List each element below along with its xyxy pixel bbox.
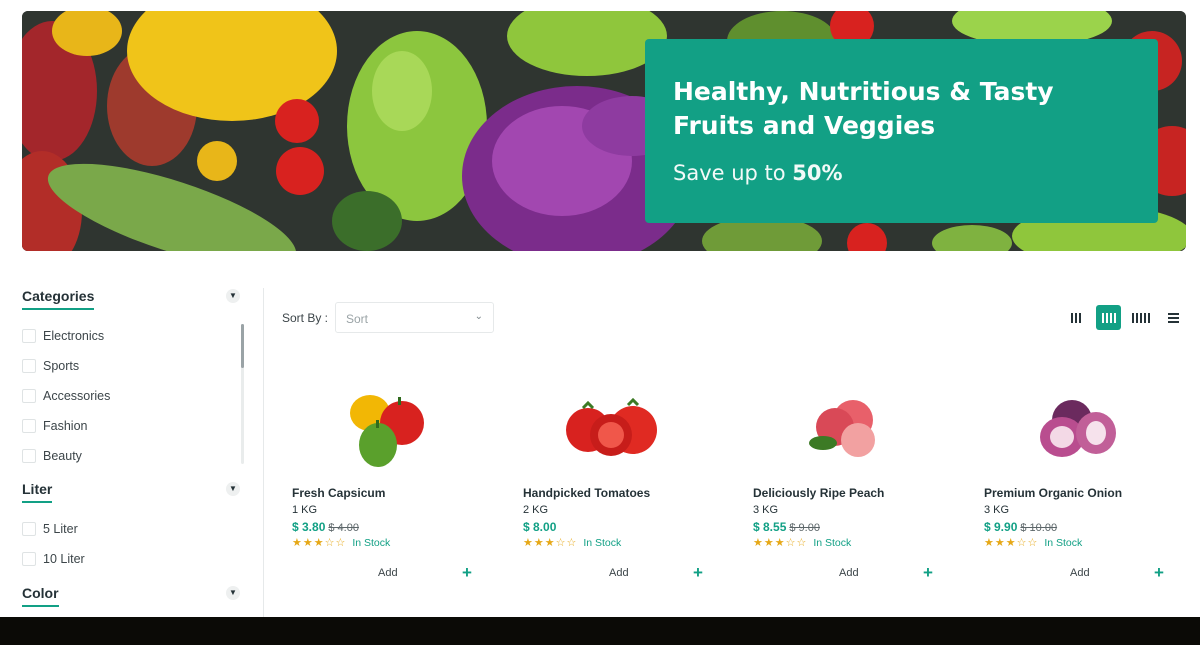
price-current: $ 3.80: [292, 520, 326, 534]
price-old: $ 9.00: [789, 522, 820, 534]
sort-select[interactable]: Sort ⌄: [335, 302, 494, 333]
product-weight: 3 KG: [984, 504, 1010, 516]
filter-item-electronics[interactable]: Electronics: [22, 327, 104, 345]
promo-title: Healthy, Nutritious & Tasty Fruits and V…: [673, 77, 1054, 140]
grid-4-icon: [1101, 312, 1116, 323]
checkbox[interactable]: [22, 359, 36, 373]
price-current: $ 9.90: [984, 520, 1018, 534]
checkbox[interactable]: [22, 329, 36, 343]
filter-item-accessories[interactable]: Accessories: [22, 387, 110, 405]
price-current: $ 8.00: [523, 520, 557, 534]
onion-image[interactable]: [1004, 375, 1144, 475]
filter-item-label: Sports: [43, 359, 80, 373]
grid-5-view-button[interactable]: [1128, 305, 1153, 330]
product-name[interactable]: Handpicked Tomatoes: [523, 486, 650, 500]
bottom-bar: [0, 617, 1200, 645]
star-icon: ★★★☆☆: [523, 536, 578, 549]
product-card[interactable]: Handpicked Tomatoes 2 KG $ 8.00 ★★★☆☆ In …: [513, 365, 713, 595]
stock-status: In Stock: [813, 537, 852, 549]
star-icon: ★★★☆☆: [753, 536, 808, 549]
hero-banner: Healthy, Nutritious & Tasty Fruits and V…: [22, 11, 1186, 251]
price-old: $ 10.00: [1020, 522, 1058, 534]
filter-item-label: Beauty: [43, 449, 82, 463]
product-name[interactable]: Fresh Capsicum: [292, 486, 385, 500]
price-current: $ 8.55: [753, 520, 787, 534]
sidebar-divider: [263, 288, 264, 618]
checkbox[interactable]: [22, 552, 36, 566]
grid-5-icon: [1131, 312, 1150, 323]
chevron-down-icon[interactable]: ▼: [226, 289, 240, 303]
sort-label: Sort By :: [282, 311, 329, 325]
checkbox[interactable]: [22, 522, 36, 536]
add-label[interactable]: Add: [378, 567, 398, 579]
grid-3-icon: [1070, 312, 1081, 323]
sort-placeholder: Sort: [346, 312, 369, 326]
add-label[interactable]: Add: [839, 567, 859, 579]
star-icon: ★★★☆☆: [292, 536, 347, 549]
color-filter-title: Color: [22, 586, 59, 607]
promo-discount: 50%: [792, 161, 843, 185]
promo-card: Healthy, Nutritious & Tasty Fruits and V…: [645, 39, 1158, 223]
product-rating: ★★★☆☆ In Stock: [292, 536, 390, 549]
chevron-down-icon[interactable]: ▼: [226, 586, 240, 600]
filter-item-beauty[interactable]: Beauty: [22, 447, 82, 465]
plus-icon[interactable]: +: [462, 563, 472, 583]
liter-filter-header[interactable]: Liter ▼: [22, 481, 244, 503]
categories-filter-header[interactable]: Categories ▼: [22, 288, 244, 310]
liter-filter-title: Liter: [22, 482, 53, 503]
checkbox[interactable]: [22, 449, 36, 463]
product-name[interactable]: Premium Organic Onion: [984, 486, 1122, 500]
list-view-button[interactable]: [1161, 305, 1186, 330]
product-card[interactable]: Fresh Capsicum 1 KG $ 3.80 $ 4.00 ★★★☆☆ In…: [282, 365, 482, 595]
product-name[interactable]: Deliciously Ripe Peach: [753, 486, 884, 500]
list-icon: [1168, 312, 1179, 323]
grid-4-view-button[interactable]: [1096, 305, 1121, 330]
product-weight: 1 KG: [292, 504, 318, 516]
chevron-down-icon: ⌄: [474, 311, 483, 322]
product-price: $ 9.90 $ 10.00: [984, 520, 1057, 534]
plus-icon[interactable]: +: [693, 563, 703, 583]
chevron-down-icon[interactable]: ▼: [226, 482, 240, 496]
categories-scrollbar-thumb[interactable]: [241, 324, 244, 368]
stock-status: In Stock: [583, 537, 622, 549]
product-rating: ★★★☆☆ In Stock: [984, 536, 1082, 549]
price-old: $ 4.00: [328, 522, 359, 534]
product-price: $ 8.00: [523, 520, 556, 534]
filter-sidebar: Categories ▼ Electronics Sports Accessor…: [22, 288, 244, 618]
filter-item-label: 5 Liter: [43, 522, 78, 536]
add-label[interactable]: Add: [1070, 567, 1090, 579]
promo-subtitle: Save up to 50%: [673, 161, 1130, 185]
stock-status: In Stock: [352, 537, 391, 549]
checkbox[interactable]: [22, 419, 36, 433]
plus-icon[interactable]: +: [923, 563, 933, 583]
filter-item-label: Electronics: [43, 329, 105, 343]
filter-item-10-liter[interactable]: 10 Liter: [22, 550, 85, 568]
product-weight: 2 KG: [523, 504, 549, 516]
star-icon: ★★★☆☆: [984, 536, 1039, 549]
product-rating: ★★★☆☆ In Stock: [523, 536, 621, 549]
filter-item-fashion[interactable]: Fashion: [22, 417, 87, 435]
filter-item-sports[interactable]: Sports: [22, 357, 79, 375]
filter-item-label: 10 Liter: [43, 552, 85, 566]
product-weight: 3 KG: [753, 504, 779, 516]
add-label[interactable]: Add: [609, 567, 629, 579]
peach-image[interactable]: [773, 375, 913, 475]
tomatoes-image[interactable]: [543, 375, 683, 475]
filter-item-5-liter[interactable]: 5 Liter: [22, 520, 78, 538]
promo-subtitle-text: Save up to: [673, 161, 793, 185]
capsicum-image[interactable]: [312, 375, 452, 475]
product-price: $ 8.55 $ 9.00: [753, 520, 820, 534]
product-card[interactable]: Premium Organic Onion 3 KG $ 9.90 $ 10.00…: [974, 365, 1174, 595]
grid-3-view-button[interactable]: [1063, 305, 1088, 330]
product-price: $ 3.80 $ 4.00: [292, 520, 359, 534]
stock-status: In Stock: [1044, 537, 1083, 549]
categories-filter-title: Categories: [22, 289, 95, 310]
product-card[interactable]: Deliciously Ripe Peach 3 KG $ 8.55 $ 9.00…: [743, 365, 943, 595]
checkbox[interactable]: [22, 389, 36, 403]
plus-icon[interactable]: +: [1154, 563, 1164, 583]
color-filter-header[interactable]: Color ▼: [22, 585, 244, 607]
filter-item-label: Accessories: [43, 389, 111, 403]
filter-item-label: Fashion: [43, 419, 88, 433]
product-rating: ★★★☆☆ In Stock: [753, 536, 851, 549]
